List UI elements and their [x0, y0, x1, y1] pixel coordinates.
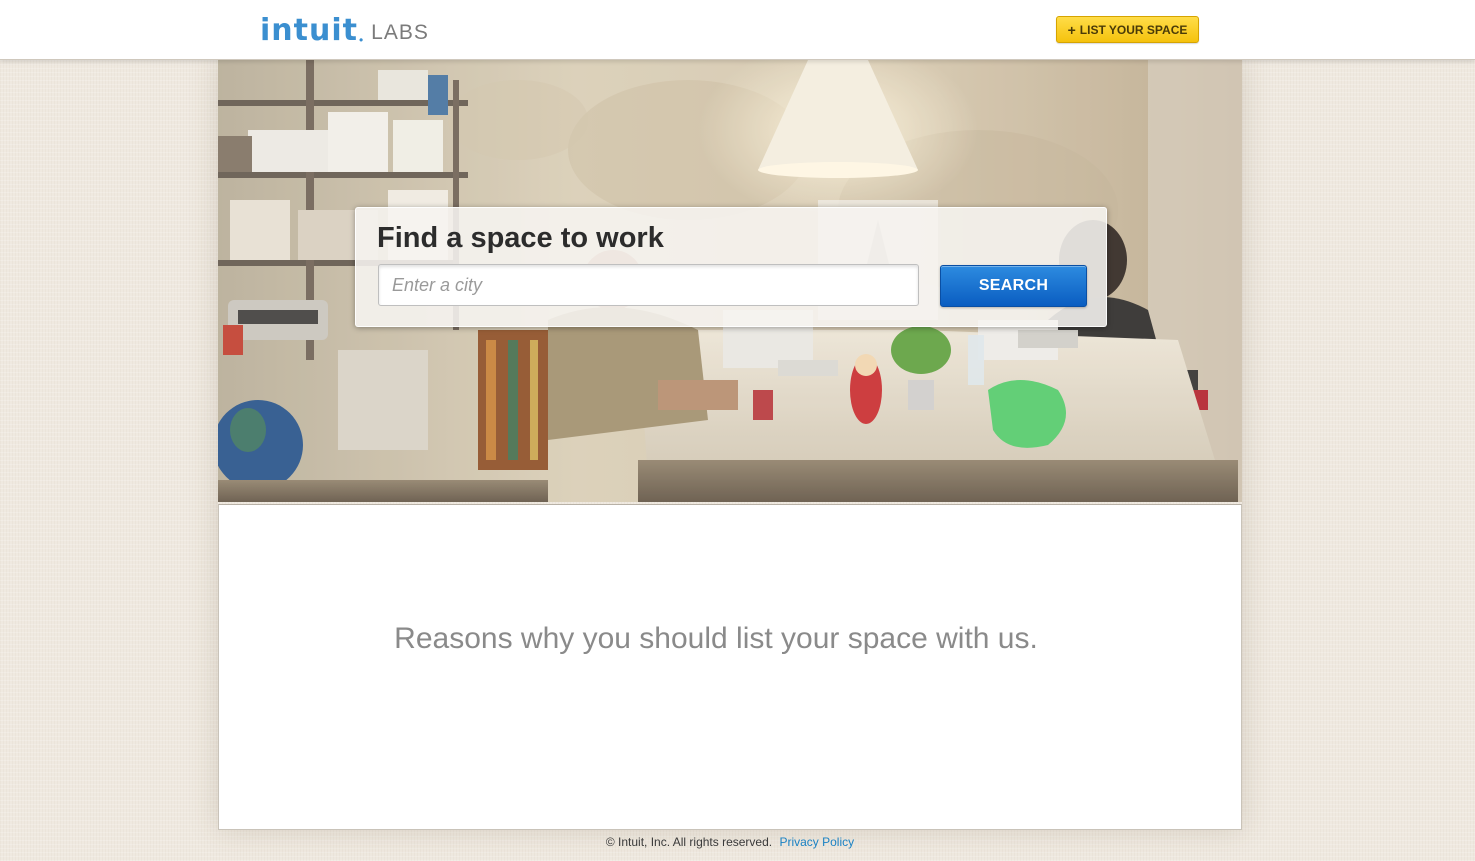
- copyright-text: © Intuit, Inc. All rights reserved.: [605, 835, 773, 849]
- intuit-labs-logo[interactable]: intuit • LABS: [260, 12, 429, 48]
- top-header: intuit • LABS + LIST YOUR SPACE: [0, 0, 1475, 60]
- logo-brand-text: intuit: [260, 13, 358, 48]
- main-container: Reasons why you should list your space w…: [218, 60, 1242, 830]
- plus-icon: +: [1067, 21, 1076, 38]
- logo-dot-icon: •: [358, 33, 364, 47]
- reasons-heading: Reasons why you should list your space w…: [394, 622, 1038, 655]
- search-title: Find a space to work: [377, 222, 664, 254]
- city-search-input[interactable]: [378, 264, 919, 306]
- search-panel: Find a space to work SEARCH: [355, 207, 1107, 327]
- privacy-policy-link[interactable]: Privacy Policy: [779, 835, 854, 849]
- logo-labs-text: LABS: [371, 21, 429, 44]
- footer: © Intuit, Inc. All rights reserved. Priv…: [0, 835, 1460, 849]
- list-your-space-label: LIST YOUR SPACE: [1079, 22, 1188, 37]
- list-your-space-button[interactable]: + LIST YOUR SPACE: [1056, 16, 1199, 43]
- search-button[interactable]: SEARCH: [940, 265, 1087, 307]
- content-panel: Reasons why you should list your space w…: [218, 504, 1242, 830]
